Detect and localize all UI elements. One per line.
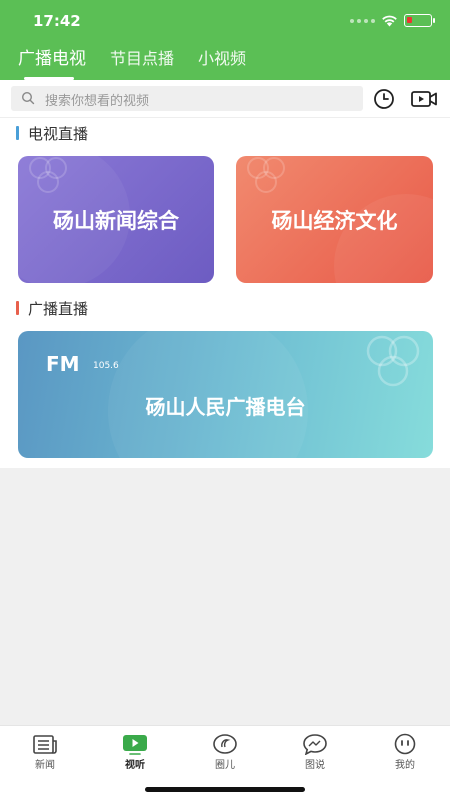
nav-item-media[interactable]: 视听: [90, 726, 180, 776]
nav-item-mine[interactable]: 我的: [360, 726, 450, 776]
nav-item-news[interactable]: 新闻: [0, 726, 90, 776]
channel-name: 砀山新闻综合: [53, 209, 179, 233]
section-title-radio: 广播直播: [16, 298, 89, 319]
chat-bubble-icon: [213, 734, 237, 754]
flower-decoration-icon: [247, 157, 285, 193]
signal-icon: [350, 18, 375, 23]
radio-card-dangshan-people[interactable]: FM 105.6 砀山人民广播电台: [18, 331, 433, 458]
search-input[interactable]: 搜索你想看的视频: [11, 86, 363, 111]
status-icons: [350, 14, 435, 27]
section-title-tv-text: 电视直播: [28, 125, 89, 143]
nav-label: 图说: [305, 760, 325, 771]
wifi-icon: [382, 15, 397, 27]
tab-short-video[interactable]: 小视频: [186, 44, 258, 80]
nav-label: 新闻: [35, 760, 55, 771]
tab-on-demand[interactable]: 节目点播: [98, 44, 186, 80]
channel-name: 砀山经济文化: [271, 209, 398, 233]
fm-label: FM: [46, 352, 80, 376]
search-icon: [21, 91, 35, 105]
speech-image-icon: [303, 734, 327, 755]
header: 17:42 广播电视 节目点播 小视频: [0, 0, 450, 80]
radio-station-name: 砀山人民广播电台: [145, 395, 306, 419]
battery-icon: [404, 14, 435, 27]
channel-card-dangshan-economy[interactable]: 砀山经济文化: [236, 156, 433, 283]
flower-decoration-icon: [366, 335, 420, 387]
nav-label: 圈儿: [215, 760, 235, 771]
nav-label: 我的: [395, 760, 415, 771]
search-placeholder: 搜索你想看的视频: [45, 94, 150, 109]
section-title-radio-text: 广播直播: [28, 300, 89, 318]
status-time: 17:42: [33, 12, 81, 30]
fm-frequency: 105.6: [93, 361, 119, 371]
home-indicator: [145, 787, 305, 792]
video-camera-icon[interactable]: [410, 87, 438, 111]
search-row: 搜索你想看的视频: [0, 80, 450, 118]
newspaper-icon: [33, 735, 57, 754]
section-accent-bar: [16, 126, 19, 140]
play-icon: [123, 735, 147, 755]
section-title-tv: 电视直播: [16, 123, 89, 144]
top-tabs: 广播电视 节目点播 小视频: [0, 44, 450, 80]
nav-item-picture-talk[interactable]: 图说: [270, 726, 360, 776]
smiley-face-icon: [394, 733, 416, 755]
tab-broadcast-tv[interactable]: 广播电视: [0, 44, 98, 80]
nav-item-circle[interactable]: 圈儿: [180, 726, 270, 776]
main-content: 搜索你想看的视频 电视直播 砀山新闻综合 砀山经济文化 广播直播 FM 105.…: [0, 80, 450, 468]
nav-label: 视听: [125, 760, 145, 771]
section-accent-bar: [16, 301, 19, 315]
status-bar: 17:42: [0, 0, 450, 44]
channel-card-dangshan-news[interactable]: 砀山新闻综合: [18, 156, 214, 283]
history-clock-icon[interactable]: [372, 87, 396, 111]
